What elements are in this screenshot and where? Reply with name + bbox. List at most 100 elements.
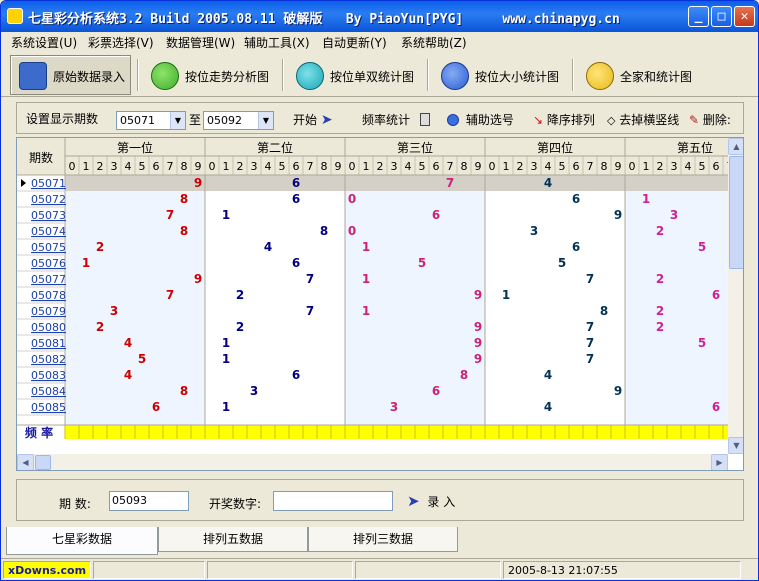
tab-pailie5[interactable]: 排列五数据: [158, 527, 308, 552]
close-button[interactable]: ✕: [734, 6, 755, 27]
from-period-select[interactable]: 05071 ▼: [116, 111, 186, 130]
drawn-digit: 4: [544, 176, 552, 190]
menu-tools[interactable]: 辅助工具(X): [244, 34, 310, 51]
drawn-digit: 3: [390, 400, 398, 414]
scroll-up-icon[interactable]: ▲: [728, 138, 743, 155]
size-chart-button[interactable]: 按位大小统计图: [432, 55, 567, 95]
grid-canvas: 第一位0 1 2 3 4 5 6 7 8 9第二位0 1 2 3 4 5 6 7 8 9第三位0 1 2 3 4 5 6 7 8 9第…: [17, 138, 728, 440]
ladybug-green-icon: [151, 62, 179, 90]
group-header: 第一位: [117, 140, 153, 155]
frequency-stats-button[interactable]: 频率统计: [362, 111, 430, 128]
drawn-digit: 7: [166, 208, 174, 222]
submit-entry-button[interactable]: ➤ 录 入: [407, 492, 455, 510]
digit-header: 4: [405, 160, 412, 173]
frequency-label: 频 率: [25, 425, 53, 440]
digit-header: 1: [363, 160, 370, 173]
ladybug-blue-icon: [441, 62, 469, 90]
data-grid[interactable]: 第一位 0 1 2 3 4 5 6 7 8 9 第二位 0 1 2 3 4 5 6 7 8 9 第三位 0 1 2 3 4 5 6 7 8 9 第…: [16, 137, 744, 471]
vertical-scroll-thumb[interactable]: [729, 156, 743, 269]
drawn-digit: 1: [82, 256, 90, 270]
trend-chart-button[interactable]: 按位走势分析图: [142, 55, 277, 95]
menu-lottery-select[interactable]: 彩票选择(V): [88, 34, 154, 51]
scroll-left-icon[interactable]: ◀: [17, 454, 34, 470]
menu-data-management[interactable]: 数据管理(W): [166, 34, 235, 51]
drawn-digit: 3: [530, 224, 538, 238]
arrow-right-icon: ➤: [320, 112, 333, 128]
drawn-digit: 8: [600, 304, 608, 318]
menu-help[interactable]: 系统帮助(Z): [401, 34, 467, 51]
group-header: 第二位: [257, 140, 293, 155]
toolbar-separator: [282, 59, 284, 91]
digit-header: 1: [503, 160, 510, 173]
digit-header: 2: [97, 160, 104, 173]
scroll-right-icon[interactable]: ▶: [711, 454, 728, 470]
digit-header: 7: [307, 160, 314, 173]
period-entry-label: 期 数:: [59, 497, 91, 511]
sort-down-icon: ↘: [533, 113, 544, 127]
digit-header: 6: [713, 160, 720, 173]
tab-pailie3[interactable]: 排列三数据: [308, 527, 458, 552]
period-cell: 05078: [31, 289, 66, 302]
menu-system-settings[interactable]: 系统设置(U): [11, 34, 77, 51]
sum-chart-button[interactable]: 全家和统计图: [577, 55, 702, 95]
group-header: 第四位: [537, 140, 573, 155]
drawn-digit: 5: [418, 256, 426, 270]
digit-header: 5: [279, 160, 286, 173]
group-column-bg: [345, 175, 485, 425]
title-bar[interactable]: 七星彩分析系统3.2 Build 2005.08.11 破解版 By PiaoY…: [1, 1, 758, 32]
period-cell: 05073: [31, 209, 66, 222]
to-period-select[interactable]: 05092 ▼: [203, 111, 274, 130]
drawn-digit: 1: [222, 400, 230, 414]
aux-select-button[interactable]: 辅助选号: [447, 111, 514, 128]
horizontal-scrollbar[interactable]: ◀ ▶: [17, 454, 728, 470]
drawn-digit: 3: [670, 208, 678, 222]
menu-auto-update[interactable]: 自动更新(Y): [322, 34, 387, 51]
drawn-digit: 2: [656, 304, 664, 318]
digit-header: 1: [223, 160, 230, 173]
digit-header: 3: [531, 160, 538, 173]
remove-lines-label: 去掉横竖线: [619, 113, 680, 127]
pencil-icon: ✎: [689, 113, 700, 127]
chevron-down-icon: ▼: [258, 112, 273, 129]
odd-even-chart-button[interactable]: 按位单双统计图: [287, 55, 422, 95]
chevron-down-icon: ▼: [170, 112, 185, 129]
drawn-digit: 6: [292, 256, 300, 270]
period-cell: 05082: [31, 353, 66, 366]
digit-header: 9: [195, 160, 202, 173]
delete-button[interactable]: ✎ 删除:: [689, 111, 731, 128]
drawn-digit: 2: [236, 320, 244, 334]
remove-lines-button[interactable]: ◇ 去掉横竖线: [607, 111, 679, 128]
drawn-digit: 8: [320, 224, 328, 238]
start-button[interactable]: 开始 ➤: [293, 111, 333, 128]
blue-dot-icon: [447, 114, 459, 126]
drawn-digit: 2: [656, 320, 664, 334]
period-cell: 05083: [31, 369, 66, 382]
digit-header: 0: [209, 160, 216, 173]
maximize-button[interactable]: □: [711, 6, 732, 27]
scroll-down-icon[interactable]: ▼: [728, 437, 743, 454]
sort-desc-button[interactable]: ↘ 降序排列: [533, 111, 595, 128]
entry-panel: 期 数: 05093 开奖数字: ➤ 录 入: [16, 479, 744, 521]
ladybug-teal-icon: [296, 62, 324, 90]
vertical-scrollbar[interactable]: ▲ ▼: [728, 138, 743, 454]
drawn-digit: 6: [292, 176, 300, 190]
to-label: 至: [189, 113, 202, 127]
app-icon: [7, 8, 23, 24]
drawn-digit: 3: [110, 304, 118, 318]
digit-header: 6: [433, 160, 440, 173]
draw-number-input[interactable]: [273, 491, 393, 511]
digit-header: 7: [167, 160, 174, 173]
drawn-digit: 5: [558, 256, 566, 270]
raw-data-entry-button[interactable]: 原始数据录入: [10, 55, 131, 95]
status-pane-3: [355, 561, 501, 579]
main-window: 七星彩分析系统3.2 Build 2005.08.11 破解版 By PiaoY…: [0, 0, 759, 581]
minimize-button[interactable]: _: [688, 6, 709, 27]
arrow-right-icon: ➤: [407, 492, 420, 510]
period-cell: 05084: [31, 385, 66, 398]
horizontal-scroll-thumb[interactable]: [35, 455, 51, 470]
period-entry-input[interactable]: 05093: [109, 491, 189, 511]
tab-qixingcai[interactable]: 七星彩数据: [6, 527, 158, 555]
delete-label: 删除:: [702, 113, 731, 127]
drawn-digit: 4: [264, 240, 272, 254]
digit-header: 4: [265, 160, 272, 173]
